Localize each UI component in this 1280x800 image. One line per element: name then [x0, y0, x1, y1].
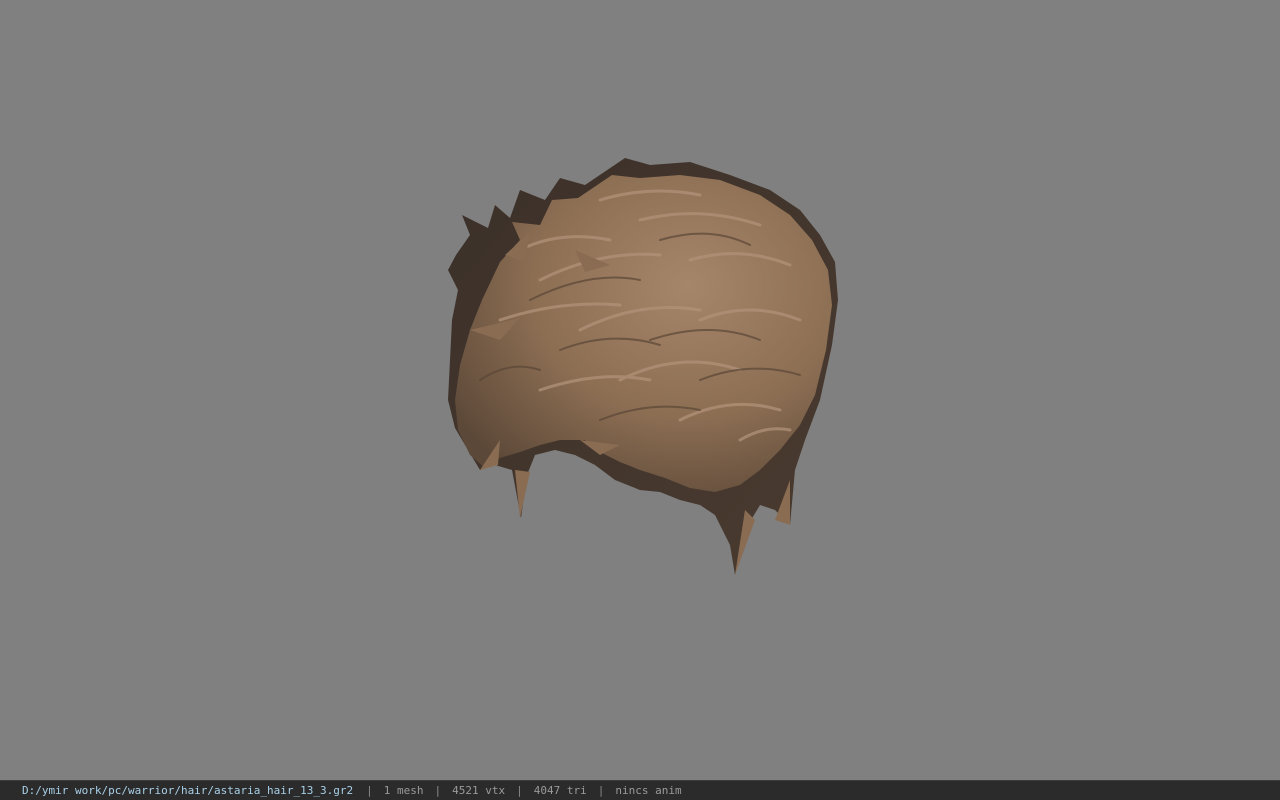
separator: |	[516, 784, 523, 797]
separator: |	[597, 784, 605, 797]
vertex-count-text: 4521 vtx	[452, 784, 506, 797]
separator: |	[434, 784, 442, 797]
triangle-count-text: 4047 tri	[533, 784, 587, 797]
3d-viewport[interactable]	[0, 0, 1280, 780]
file-path-text: D:/ymir work/pc/warrior/hair/astaria_hai…	[22, 784, 354, 797]
hair-model-render[interactable]	[0, 0, 1280, 780]
status-bar: D:/ymir work/pc/warrior/hair/astaria_hai…	[0, 780, 1280, 800]
animation-status-text: nincs anim	[615, 784, 682, 797]
mesh-count-text: 1 mesh	[383, 784, 424, 797]
separator: |	[366, 784, 373, 797]
